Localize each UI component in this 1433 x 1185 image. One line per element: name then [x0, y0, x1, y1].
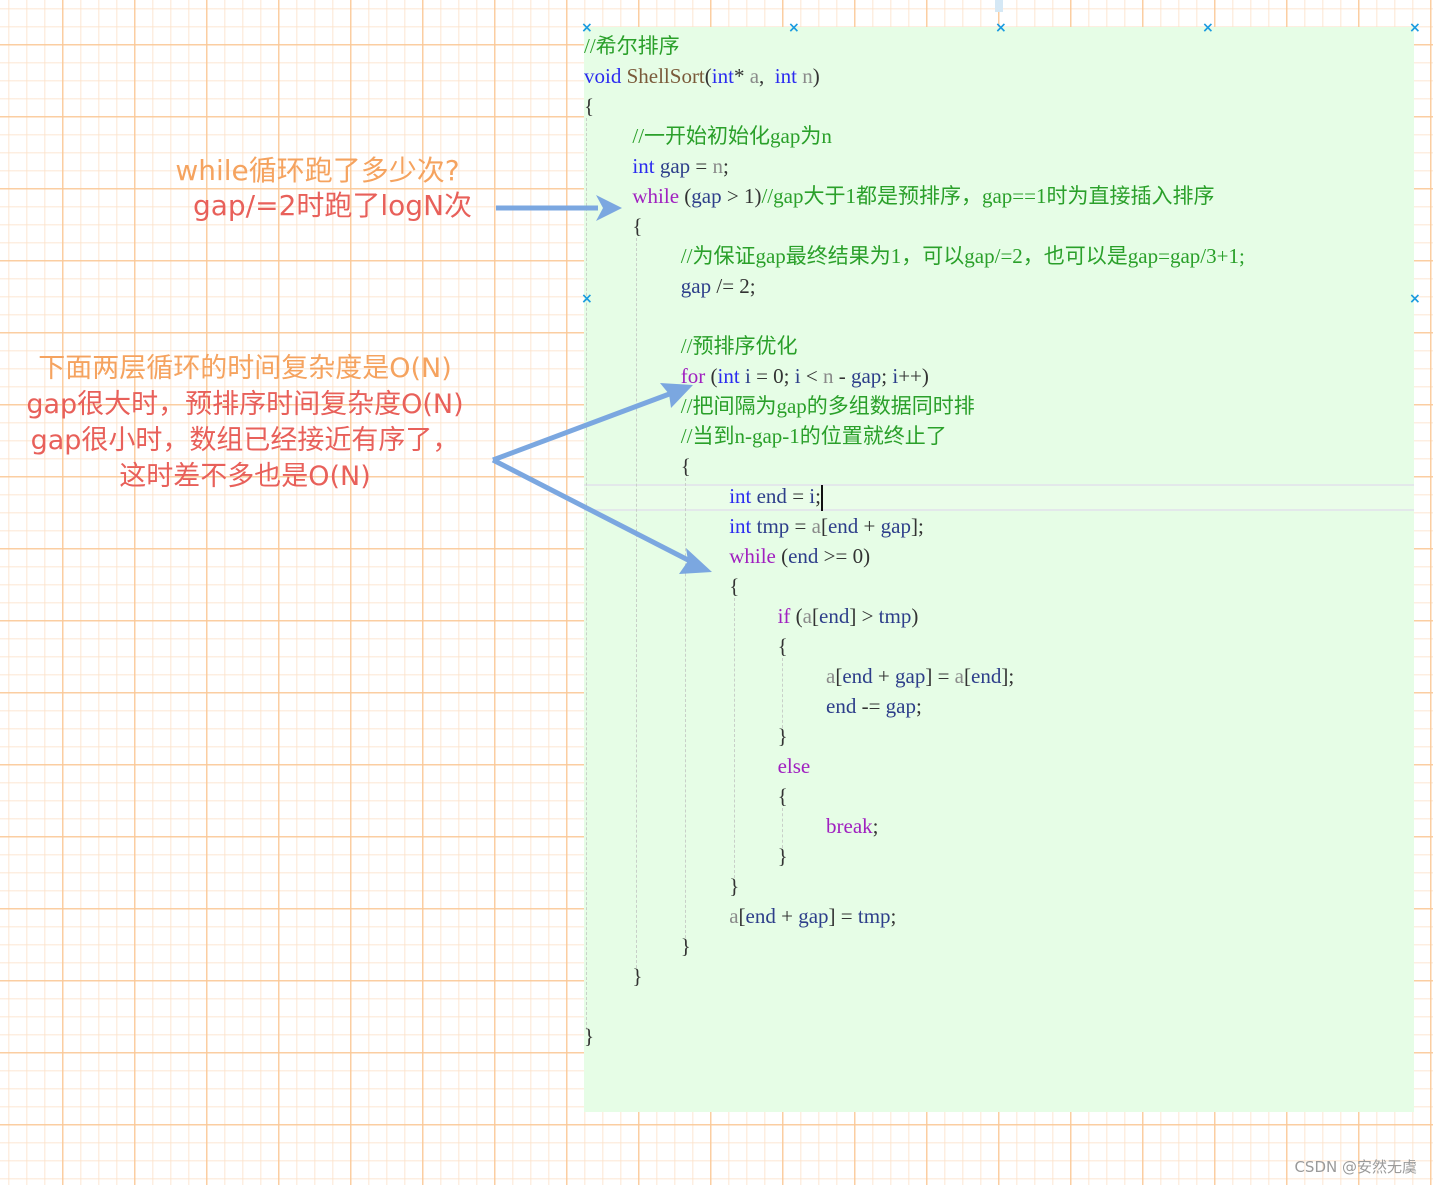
- arrows-layer: [491, 195, 712, 574]
- arrow-to-inner-while: [491, 457, 712, 574]
- watermark: CSDN @安然无虞: [1294, 1158, 1417, 1176]
- arrow-to-while: [496, 195, 622, 221]
- arrow-to-for: [492, 383, 693, 463]
